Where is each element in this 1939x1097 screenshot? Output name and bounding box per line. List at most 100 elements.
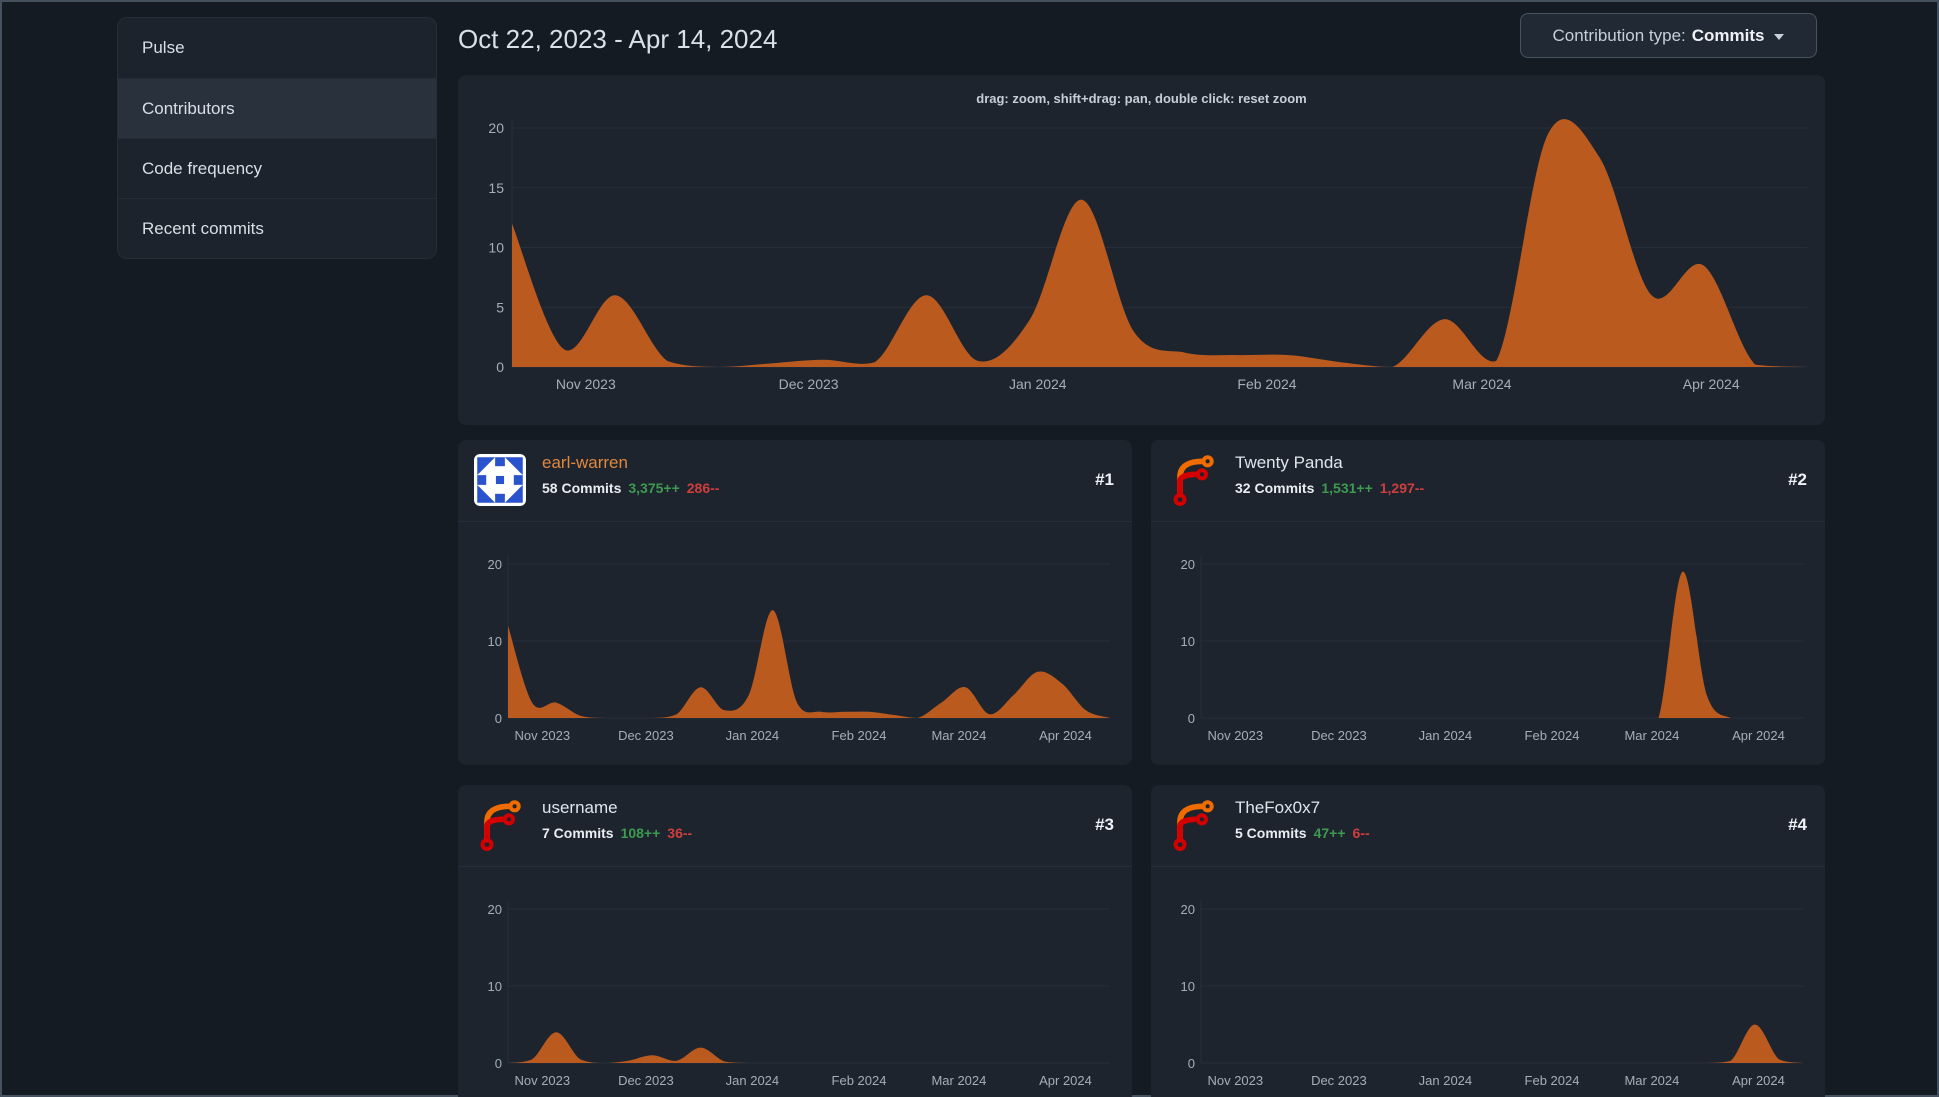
- svg-text:Jan 2024: Jan 2024: [1419, 1073, 1473, 1088]
- contributor-chart[interactable]: 0 10 20 Nov 2023 Dec 2023 Jan 2024 Feb 2024 Mar…: [458, 522, 1132, 765]
- svg-text:10: 10: [488, 634, 502, 649]
- svg-text:Nov 2023: Nov 2023: [514, 1073, 570, 1088]
- additions-count: 108++: [620, 825, 661, 841]
- svg-text:15: 15: [488, 180, 504, 196]
- avatar-forgejo-logo[interactable]: [1167, 454, 1219, 506]
- sidebar-item-contributors[interactable]: Contributors: [118, 78, 436, 138]
- svg-text:Feb 2024: Feb 2024: [1525, 728, 1580, 743]
- avatar-forgejo-logo[interactable]: [1167, 799, 1219, 851]
- svg-text:Mar 2024: Mar 2024: [931, 728, 986, 743]
- svg-text:Nov 2023: Nov 2023: [514, 728, 570, 743]
- svg-text:20: 20: [488, 120, 504, 136]
- svg-text:0: 0: [1188, 711, 1195, 726]
- forgejo-logo-icon: [1173, 800, 1214, 851]
- deletions-count: 1,297--: [1379, 480, 1425, 496]
- contribution-type-dropdown[interactable]: Contribution type: Commits: [1520, 13, 1817, 58]
- contributor-card-header: username 7 Commits 108++ 36-- #3: [458, 785, 1132, 867]
- commit-count: 7 Commits: [542, 825, 614, 841]
- forgejo-logo-icon: [1173, 455, 1214, 506]
- contributor-chart[interactable]: 0 10 20 Nov 2023 Dec 2023 Jan 2024 Feb 2024 Mar…: [1151, 867, 1825, 1097]
- contributor-card: earl-warren 58 Commits 3,375++ 286-- #1 …: [458, 440, 1132, 765]
- svg-text:Mar 2024: Mar 2024: [1452, 376, 1511, 392]
- svg-text:Apr 2024: Apr 2024: [1732, 1073, 1785, 1088]
- svg-text:0: 0: [495, 711, 502, 726]
- svg-text:Mar 2024: Mar 2024: [1624, 1073, 1679, 1088]
- svg-text:Apr 2024: Apr 2024: [1732, 728, 1785, 743]
- avatar-forgejo-logo[interactable]: [474, 799, 526, 851]
- avatar-identicon[interactable]: [474, 454, 526, 506]
- chevron-down-icon: [1774, 34, 1785, 40]
- svg-text:Mar 2024: Mar 2024: [931, 1073, 986, 1088]
- commit-count: 58 Commits: [542, 480, 622, 496]
- additions-count: 47++: [1313, 825, 1346, 841]
- contributor-name[interactable]: Twenty Panda: [1235, 453, 1343, 473]
- contribution-type-value: Commits: [1691, 25, 1765, 45]
- overall-contributions-chart[interactable]: 0 5 10 15 20 Nov 2023 Dec 2023 Jan 2024 Feb 2024…: [458, 75, 1825, 425]
- svg-text:0: 0: [1188, 1056, 1195, 1071]
- contributor-chart[interactable]: 0 10 20 Nov 2023 Dec 2023 Jan 2024 Feb 2024 Mar…: [1151, 522, 1825, 765]
- svg-text:10: 10: [488, 240, 504, 256]
- svg-text:Dec 2023: Dec 2023: [779, 376, 839, 392]
- contributor-name[interactable]: TheFox0x7: [1235, 798, 1320, 818]
- contribution-type-label: Contribution type:: [1552, 25, 1686, 45]
- repo-activity-contributors-page: Pulse Contributors Code frequency Recent…: [0, 0, 1939, 1097]
- contributor-name[interactable]: username: [542, 798, 618, 818]
- contributor-card: username 7 Commits 108++ 36-- #3 0 10 20 No…: [458, 785, 1132, 1097]
- deletions-count: 36--: [667, 825, 693, 841]
- sidebar-item-recent-commits[interactable]: Recent commits: [118, 198, 436, 258]
- additions-count: 3,375++: [628, 480, 680, 496]
- svg-text:Jan 2024: Jan 2024: [726, 728, 780, 743]
- contributor-card-header: TheFox0x7 5 Commits 47++ 6-- #4: [1151, 785, 1825, 867]
- contributor-card: TheFox0x7 5 Commits 47++ 6-- #4 0 10 20 Nov…: [1151, 785, 1825, 1097]
- sidebar-item-pulse[interactable]: Pulse: [118, 18, 436, 78]
- contributor-stats: 32 Commits 1,531++ 1,297--: [1235, 480, 1424, 496]
- svg-text:0: 0: [496, 359, 504, 375]
- svg-text:20: 20: [488, 902, 502, 917]
- deletions-count: 286--: [686, 480, 720, 496]
- svg-text:Nov 2023: Nov 2023: [1207, 728, 1263, 743]
- svg-text:Feb 2024: Feb 2024: [1237, 376, 1296, 392]
- commit-count: 32 Commits: [1235, 480, 1315, 496]
- activity-sidebar: Pulse Contributors Code frequency Recent…: [117, 17, 437, 259]
- contributor-chart[interactable]: 0 10 20 Nov 2023 Dec 2023 Jan 2024 Feb 2024 Mar…: [458, 867, 1132, 1097]
- contributor-card-header: Twenty Panda 32 Commits 1,531++ 1,297-- …: [1151, 440, 1825, 522]
- svg-text:Jan 2024: Jan 2024: [1009, 376, 1067, 392]
- svg-text:10: 10: [1181, 634, 1195, 649]
- contributor-card-header: earl-warren 58 Commits 3,375++ 286-- #1: [458, 440, 1132, 522]
- contributor-stats: 5 Commits 47++ 6--: [1235, 825, 1370, 841]
- svg-text:Jan 2024: Jan 2024: [726, 1073, 780, 1088]
- identicon-image: [474, 454, 526, 506]
- svg-text:20: 20: [1181, 902, 1195, 917]
- date-range-heading: Oct 22, 2023 - Apr 14, 2024: [458, 24, 778, 54]
- svg-text:Mar 2024: Mar 2024: [1624, 728, 1679, 743]
- svg-text:Jan 2024: Jan 2024: [1419, 728, 1473, 743]
- contributor-name[interactable]: earl-warren: [542, 453, 628, 473]
- deletions-count: 6--: [1352, 825, 1370, 841]
- rank-badge: #3: [1095, 815, 1114, 834]
- contributor-stats: 7 Commits 108++ 36--: [542, 825, 692, 841]
- rank-badge: #4: [1788, 815, 1807, 834]
- svg-text:20: 20: [488, 557, 502, 572]
- overall-contributions-panel: 0 5 10 15 20 Nov 2023 Dec 2023 Jan 2024 Feb 2024…: [458, 75, 1825, 425]
- svg-text:5: 5: [496, 299, 504, 315]
- svg-text:Apr 2024: Apr 2024: [1039, 728, 1092, 743]
- forgejo-logo-icon: [480, 800, 521, 851]
- svg-text:0: 0: [495, 1056, 502, 1071]
- contributor-card: Twenty Panda 32 Commits 1,531++ 1,297-- …: [1151, 440, 1825, 765]
- svg-text:20: 20: [1181, 557, 1195, 572]
- svg-text:Dec 2023: Dec 2023: [618, 1073, 674, 1088]
- svg-text:Nov 2023: Nov 2023: [556, 376, 616, 392]
- additions-count: 1,531++: [1321, 480, 1373, 496]
- svg-text:Nov 2023: Nov 2023: [1207, 1073, 1263, 1088]
- svg-text:Dec 2023: Dec 2023: [618, 728, 674, 743]
- svg-text:Dec 2023: Dec 2023: [1311, 728, 1367, 743]
- svg-text:10: 10: [1181, 979, 1195, 994]
- svg-text:Apr 2024: Apr 2024: [1683, 376, 1740, 392]
- svg-text:Apr 2024: Apr 2024: [1039, 1073, 1092, 1088]
- svg-text:Feb 2024: Feb 2024: [832, 728, 887, 743]
- sidebar-item-code-frequency[interactable]: Code frequency: [118, 138, 436, 198]
- rank-badge: #2: [1788, 470, 1807, 489]
- contributor-stats: 58 Commits 3,375++ 286--: [542, 480, 719, 496]
- svg-text:Feb 2024: Feb 2024: [832, 1073, 887, 1088]
- svg-text:Dec 2023: Dec 2023: [1311, 1073, 1367, 1088]
